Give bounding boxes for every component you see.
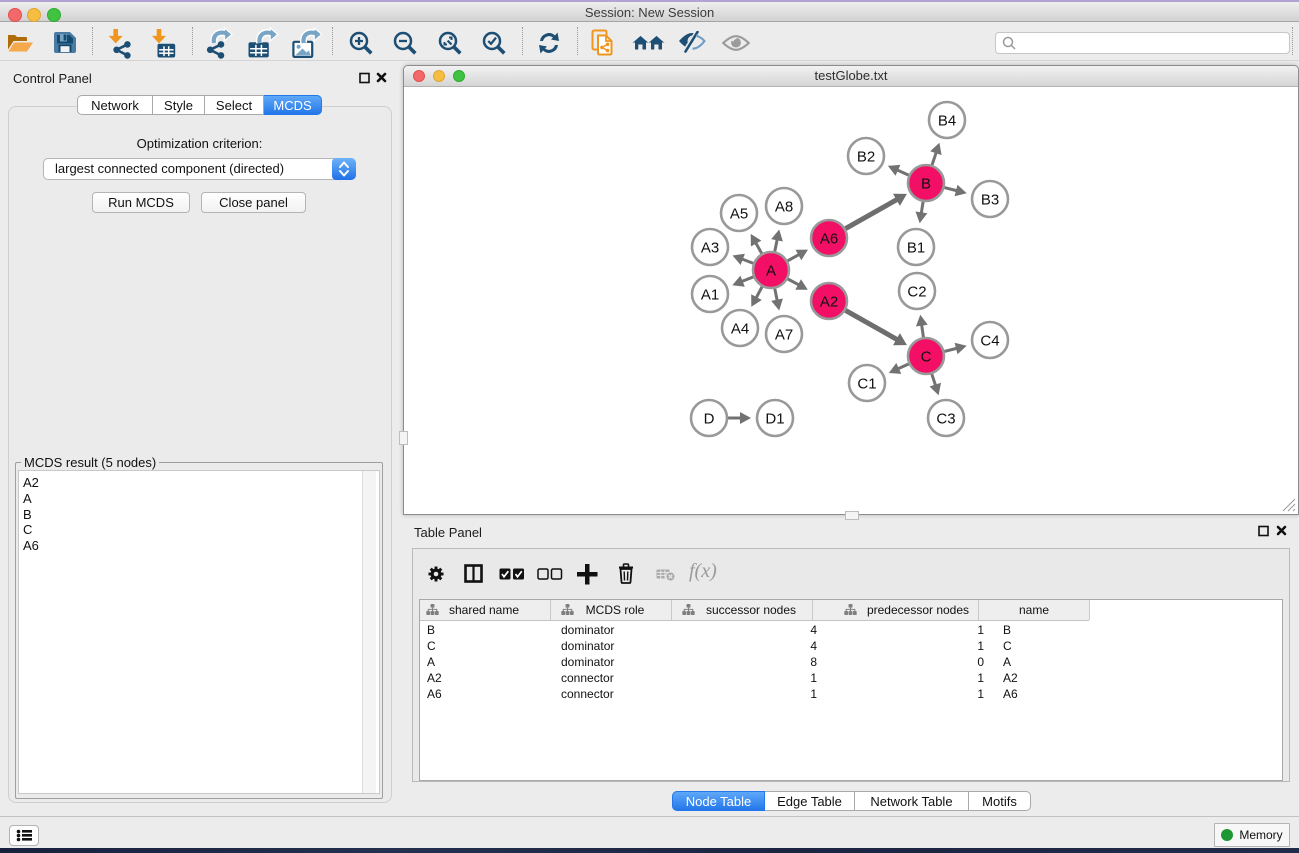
svg-text:A3: A3 [701,240,719,257]
svg-text:A6: A6 [820,231,838,248]
svg-text:B1: B1 [907,240,925,257]
svg-text:D: D [704,411,715,428]
svg-text:C4: C4 [980,333,999,350]
svg-text:A: A [766,263,776,280]
svg-text:A4: A4 [731,321,749,338]
svg-text:B4: B4 [938,113,956,130]
svg-text:B3: B3 [981,192,999,209]
svg-text:B: B [921,176,931,193]
svg-text:A8: A8 [775,199,793,216]
svg-text:A5: A5 [730,206,748,223]
svg-text:A1: A1 [701,287,719,304]
svg-text:D1: D1 [765,411,784,428]
svg-text:C1: C1 [857,376,876,393]
svg-text:C2: C2 [907,284,926,301]
svg-text:C: C [921,349,932,366]
svg-text:C3: C3 [936,411,955,428]
svg-text:A2: A2 [820,294,838,311]
svg-text:A7: A7 [775,327,793,344]
svg-text:B2: B2 [857,149,875,166]
